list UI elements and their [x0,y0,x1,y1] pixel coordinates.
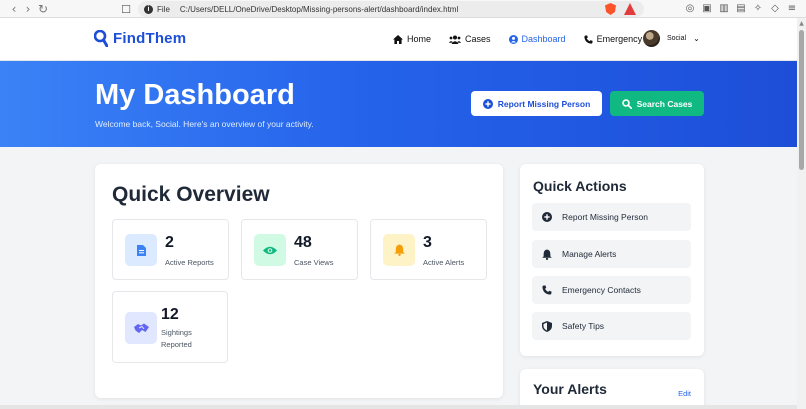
nav-dashboard[interactable]: Dashboard [508,34,566,44]
nav-cases[interactable]: Cases [449,34,491,44]
action-manage-alerts[interactable]: Manage Alerts [532,240,691,268]
search-button-label: Search Cases [636,98,693,109]
nav-emergency[interactable]: Emergency [583,34,643,44]
vpn-icon[interactable]: ◇ [769,2,781,15]
horizontal-scrollbar[interactable] [0,405,797,409]
quick-overview-card: Quick Overview 2 Active Reports 48 Case … [95,164,503,398]
file-scheme-label: File [157,4,170,14]
action-label: Manage Alerts [562,249,617,259]
page-title: My Dashboard [95,79,295,111]
alerts-title: Your Alerts [533,381,607,397]
users-icon [449,35,462,44]
stat-card-active-alerts[interactable]: 3 Active Alerts [370,219,487,280]
stat-value: 3 [423,234,432,251]
stat-value: 12 [161,306,179,323]
action-safety-tips[interactable]: Safety Tips [532,312,691,340]
extension-icon[interactable]: ▣ [701,2,713,15]
search-pin-icon [94,30,108,47]
action-label: Safety Tips [562,321,605,331]
stat-label: Sightings Reported [161,328,192,349]
logo-text: FindThem [113,30,187,47]
action-label: Emergency Contacts [562,285,641,295]
your-alerts-card: Your Alerts Edit [520,369,704,409]
alert-triangle-icon[interactable] [624,3,636,15]
home-icon [393,34,403,44]
url-text[interactable]: C:/Users/DELL/OneDrive/Desktop/Missing-p… [180,5,458,14]
extension-icons: ◎ ▣ ▥ ▤ ✧ ◇ ≡ [684,2,798,15]
plus-circle-icon [542,212,552,222]
stat-label: Case Views [294,258,334,267]
nav-emergency-label: Emergency [596,34,643,44]
site-header: FindThem Home Cases Dashboard Emergency … [0,18,797,61]
brave-shield-icon[interactable] [605,3,616,15]
info-icon[interactable]: i [144,4,153,14]
stat-label: Active Alerts [423,258,465,267]
phone-icon [542,285,552,295]
page-scrollbar[interactable]: ▲ [797,18,806,409]
user-name: Social [667,35,687,42]
bell-icon [383,234,415,266]
shield-icon [542,320,552,332]
stat-label: Active Reports [165,258,214,267]
forward-icon[interactable]: › [20,1,36,17]
action-emergency-contacts[interactable]: Emergency Contacts [532,276,691,304]
stat-value: 2 [165,234,174,251]
browser-toolbar: ‹ › ↻ ☐ i File C:/Users/DELL/OneDrive/De… [0,0,806,18]
handshake-icon [125,312,157,344]
stat-card-sightings[interactable]: 12 Sightings Reported [112,291,228,363]
main-nav: Home Cases Dashboard Emergency [393,34,660,44]
plus-circle-icon [482,98,493,109]
nav-home-label: Home [407,34,432,44]
logo[interactable]: FindThem [94,30,186,47]
report-missing-person-button[interactable]: Report Missing Person [471,91,602,116]
leo-icon[interactable]: ✧ [752,2,764,15]
nav-cases-label: Cases [465,34,491,44]
sidebar-icon[interactable]: ▥ [718,2,730,15]
phone-icon [583,35,593,44]
avatar [643,30,660,47]
address-bar-area: ☐ i File C:/Users/DELL/OneDrive/Desktop/… [118,1,646,17]
quick-actions-title: Quick Actions [533,178,627,194]
search-icon [621,98,632,109]
report-button-label: Report Missing Person [497,98,591,109]
scroll-up-icon[interactable]: ▲ [797,20,806,28]
nav-home[interactable]: Home [393,34,431,44]
chevron-down-icon: ⌄ [693,34,700,43]
user-circle-icon [508,34,518,44]
menu-icon[interactable]: ≡ [786,2,798,15]
quick-actions-card: Quick Actions Report Missing Person Mana… [520,164,704,356]
wallet-icon[interactable]: ▤ [735,2,747,15]
stat-card-case-views[interactable]: 48 Case Views [241,219,358,280]
alerts-edit-link[interactable]: Edit [678,389,691,398]
stat-card-active-reports[interactable]: 2 Active Reports [112,219,229,280]
extension-icon[interactable]: ◎ [684,2,696,15]
action-label: Report Missing Person [562,212,648,222]
stat-value: 48 [294,234,312,251]
nav-dashboard-label: Dashboard [521,34,566,44]
file-icon [125,234,157,266]
eye-icon [254,234,286,266]
search-cases-button[interactable]: Search Cases [610,91,704,116]
hero-banner: My Dashboard Welcome back, Social. Here'… [0,61,797,147]
bookmark-icon[interactable]: ☐ [118,1,134,17]
bell-icon [542,249,552,260]
user-menu[interactable]: Social ⌄ [643,30,700,47]
page-subtitle: Welcome back, Social. Here's an overview… [95,119,314,129]
reload-icon[interactable]: ↻ [35,1,51,17]
address-bar[interactable]: i File C:/Users/DELL/OneDrive/Desktop/Mi… [138,1,644,17]
action-report-missing-person[interactable]: Report Missing Person [532,203,691,231]
scrollbar-thumb[interactable] [799,30,804,170]
overview-title: Quick Overview [112,183,270,206]
